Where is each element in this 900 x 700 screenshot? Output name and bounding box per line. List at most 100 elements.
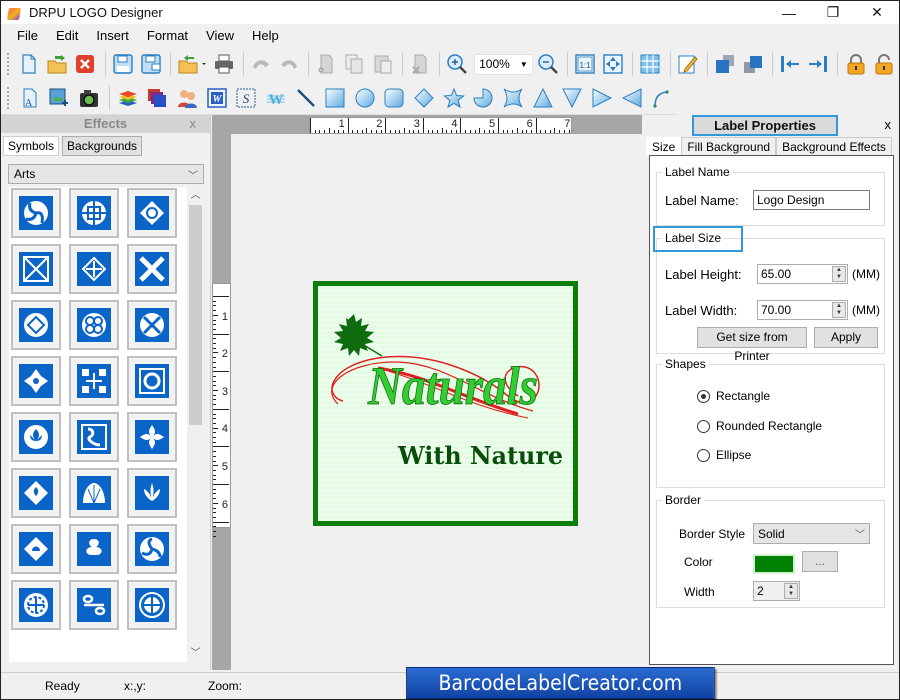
grid-button[interactable] xyxy=(637,50,663,78)
minimize-button[interactable]: — xyxy=(767,1,811,24)
background-button[interactable] xyxy=(144,84,172,112)
menu-file[interactable]: File xyxy=(9,28,46,43)
zoom-level-combo[interactable]: 100% ▼ xyxy=(474,53,533,75)
lock-button[interactable] xyxy=(842,50,868,78)
camera-button[interactable] xyxy=(75,84,103,112)
watermark-button[interactable]: W xyxy=(262,84,290,112)
symbol-item[interactable] xyxy=(69,524,119,574)
signature-button[interactable]: S xyxy=(232,84,260,112)
symbol-item[interactable] xyxy=(69,412,119,462)
border-style-select[interactable]: Solid ﹀ xyxy=(753,523,870,544)
fit-to-window-button[interactable] xyxy=(600,50,626,78)
close-button[interactable]: ✕ xyxy=(855,1,899,24)
symbol-item[interactable] xyxy=(127,412,177,462)
symbol-item[interactable] xyxy=(11,412,61,462)
image-button[interactable] xyxy=(46,84,74,112)
border-color-swatch[interactable] xyxy=(753,554,795,574)
symbol-item[interactable] xyxy=(11,524,61,574)
menu-help[interactable]: Help xyxy=(244,28,287,43)
zoom-out-button[interactable] xyxy=(535,50,561,78)
menu-format[interactable]: Format xyxy=(139,28,196,43)
align-right-button[interactable] xyxy=(805,50,831,78)
rounded-rectangle-button[interactable] xyxy=(381,84,409,112)
users-button[interactable] xyxy=(173,84,201,112)
label-height-spinner[interactable]: ▲ ▼ xyxy=(832,266,846,282)
symbol-item[interactable] xyxy=(127,244,177,294)
arc-button[interactable] xyxy=(647,84,675,112)
symbol-item[interactable] xyxy=(69,244,119,294)
rectangle-button[interactable] xyxy=(321,84,349,112)
symbol-item[interactable] xyxy=(11,188,61,238)
label-width-input[interactable]: 70.00 ▲ ▼ xyxy=(757,300,848,320)
toolbar-grip[interactable] xyxy=(7,86,10,109)
close-file-button[interactable] xyxy=(72,50,98,78)
menu-view[interactable]: View xyxy=(198,28,242,43)
tab-symbols[interactable]: Symbols xyxy=(3,136,60,156)
border-width-input[interactable]: 2 ▲ ▼ xyxy=(753,581,800,601)
symbol-item[interactable] xyxy=(127,580,177,630)
border-width-spinner[interactable]: ▲ ▼ xyxy=(784,583,798,599)
save-as-button[interactable] xyxy=(138,50,164,78)
ellipse-button[interactable] xyxy=(351,84,379,112)
toolbar-grip[interactable] xyxy=(7,53,10,75)
symbol-item[interactable] xyxy=(127,468,177,518)
symbol-item[interactable] xyxy=(11,356,61,406)
triangle-right-button[interactable] xyxy=(588,84,616,112)
open-button[interactable] xyxy=(44,50,70,78)
symbol-item[interactable] xyxy=(69,468,119,518)
apply-button[interactable]: Apply xyxy=(814,327,878,348)
menu-edit[interactable]: Edit xyxy=(48,28,86,43)
scroll-down-icon[interactable]: ﹀ xyxy=(187,645,204,662)
paste-button[interactable] xyxy=(370,50,396,78)
save-button[interactable] xyxy=(110,50,136,78)
actual-size-button[interactable]: 1:1 xyxy=(572,50,598,78)
triangle-up-button[interactable] xyxy=(529,84,557,112)
symbol-item[interactable] xyxy=(127,524,177,574)
symbol-item[interactable] xyxy=(127,188,177,238)
cut-button[interactable] xyxy=(313,50,339,78)
label-name-input[interactable]: Logo Design xyxy=(753,190,870,210)
symbol-item[interactable] xyxy=(11,580,61,630)
undo-button[interactable] xyxy=(248,50,274,78)
restore-button[interactable]: ❐ xyxy=(811,1,855,24)
symbol-item[interactable] xyxy=(69,580,119,630)
layers-button[interactable] xyxy=(114,84,142,112)
send-to-back-button[interactable] xyxy=(740,50,766,78)
diamond-button[interactable] xyxy=(410,84,438,112)
symbol-item[interactable] xyxy=(11,244,61,294)
symbol-item[interactable] xyxy=(69,300,119,350)
zoom-in-button[interactable] xyxy=(444,50,470,78)
tab-background-effects[interactable]: Background Effects xyxy=(776,137,892,156)
shape-rectangle-radio[interactable]: Rectangle xyxy=(697,389,770,403)
copy-button[interactable] xyxy=(341,50,367,78)
triangle-down-button[interactable] xyxy=(559,84,587,112)
symbol-category-select[interactable]: Arts ﹀ xyxy=(8,164,204,184)
print-button[interactable] xyxy=(211,50,237,78)
properties-close-button[interactable]: x xyxy=(885,117,892,132)
effects-close-button[interactable]: x xyxy=(190,115,197,133)
triangle-left-button[interactable] xyxy=(618,84,646,112)
get-size-from-printer-button[interactable]: Get size from Printer xyxy=(697,327,807,363)
pie-button[interactable] xyxy=(470,84,498,112)
symbol-item[interactable] xyxy=(127,300,177,350)
symbol-item[interactable] xyxy=(11,468,61,518)
menu-insert[interactable]: Insert xyxy=(88,28,137,43)
tab-size[interactable]: Size xyxy=(646,137,682,156)
tab-backgrounds[interactable]: Backgrounds xyxy=(62,136,143,156)
shape-ellipse-radio[interactable]: Ellipse xyxy=(697,448,751,462)
line-button[interactable] xyxy=(292,84,320,112)
word-art-button[interactable]: W xyxy=(203,84,231,112)
redo-button[interactable] xyxy=(276,50,302,78)
edit-button[interactable] xyxy=(675,50,701,78)
tab-fill-background[interactable]: Fill Background xyxy=(681,137,777,156)
unlock-button[interactable] xyxy=(871,50,897,78)
scroll-thumb[interactable] xyxy=(189,205,202,425)
symbol-scrollbar[interactable]: ︿ ﹀ xyxy=(187,187,204,662)
border-color-picker-button[interactable]: ... xyxy=(802,551,838,572)
symbol-item[interactable] xyxy=(127,356,177,406)
symbol-item[interactable] xyxy=(69,356,119,406)
cross-shape-button[interactable] xyxy=(499,84,527,112)
text-button[interactable]: A xyxy=(16,84,44,112)
logo-label[interactable]: Naturals With Nature xyxy=(313,281,578,526)
shape-rounded-rectangle-radio[interactable]: Rounded Rectangle xyxy=(697,419,822,433)
